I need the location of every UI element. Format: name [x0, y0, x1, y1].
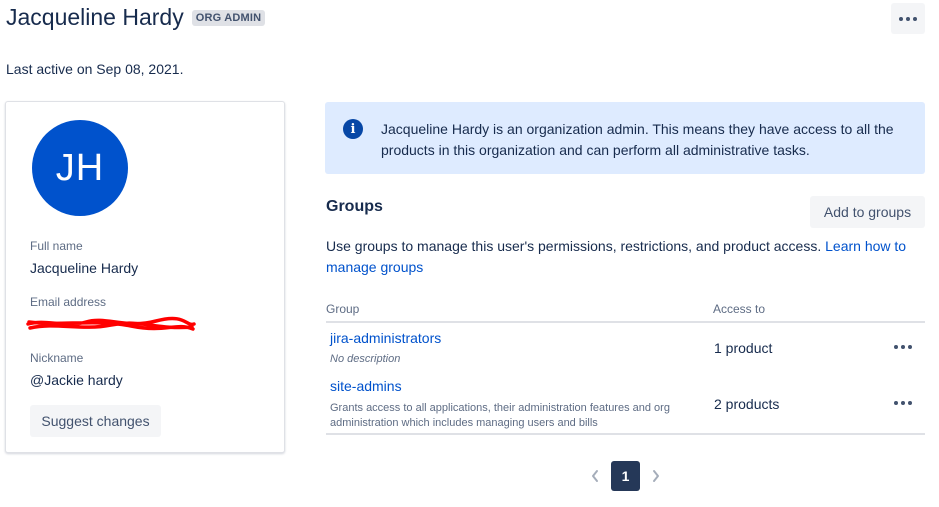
row-more-actions-button[interactable]: [891, 337, 915, 357]
org-admin-badge: ORG ADMIN: [191, 9, 266, 26]
more-icon: [894, 401, 912, 405]
table-bottom-divider: [326, 433, 925, 435]
profile-card: JH Full name Jacqueline Hardy Email addr…: [5, 101, 285, 453]
email-label: Email address: [30, 295, 107, 309]
page-title: Jacqueline Hardy ORG ADMIN: [6, 4, 266, 31]
table-header-divider: [326, 321, 925, 323]
last-active-text: Last active on Sep 08, 2021.: [6, 61, 184, 77]
groups-heading: Groups: [326, 198, 383, 215]
groups-description-text: Use groups to manage this user's permiss…: [326, 238, 822, 254]
row-more-actions-button[interactable]: [891, 393, 915, 413]
nickname-value: @Jackie hardy: [30, 372, 123, 388]
chevron-left-icon: [592, 470, 598, 482]
suggest-changes-button[interactable]: Suggest changes: [30, 405, 161, 437]
table-row: site-admins Grants access to all applica…: [326, 374, 925, 434]
nickname-label: Nickname: [30, 351, 84, 365]
user-name-heading: Jacqueline Hardy: [6, 4, 184, 30]
full-name-label: Full name: [30, 239, 83, 253]
column-header-access: Access to: [713, 302, 766, 316]
group-access: 1 product: [714, 340, 773, 356]
add-to-groups-button[interactable]: Add to groups: [810, 196, 925, 228]
more-icon: [894, 345, 912, 349]
table-row: jira-administrators No description 1 pro…: [326, 327, 925, 372]
pagination-prev-button[interactable]: [585, 466, 605, 486]
group-name-link[interactable]: site-admins: [330, 378, 402, 394]
avatar: JH: [32, 120, 128, 216]
chevron-right-icon: [653, 470, 659, 482]
info-banner-text: Jacqueline Hardy is an organization admi…: [381, 121, 894, 158]
redacted-email-scribble: [26, 316, 196, 331]
groups-description: Use groups to manage this user's permiss…: [326, 236, 921, 278]
group-description: Grants access to all applications, their…: [330, 402, 670, 429]
info-banner: i Jacqueline Hardy is an organization ad…: [325, 102, 925, 174]
more-actions-button[interactable]: [891, 3, 925, 34]
pagination-page-current[interactable]: 1: [611, 461, 640, 491]
group-name-link[interactable]: jira-administrators: [330, 330, 441, 346]
group-access: 2 products: [714, 396, 780, 412]
column-header-group: Group: [326, 302, 360, 316]
more-icon: [899, 16, 917, 21]
pagination-next-button[interactable]: [646, 466, 666, 486]
full-name-value: Jacqueline Hardy: [30, 260, 139, 276]
group-description: No description: [330, 353, 401, 365]
info-icon: i: [343, 119, 363, 139]
